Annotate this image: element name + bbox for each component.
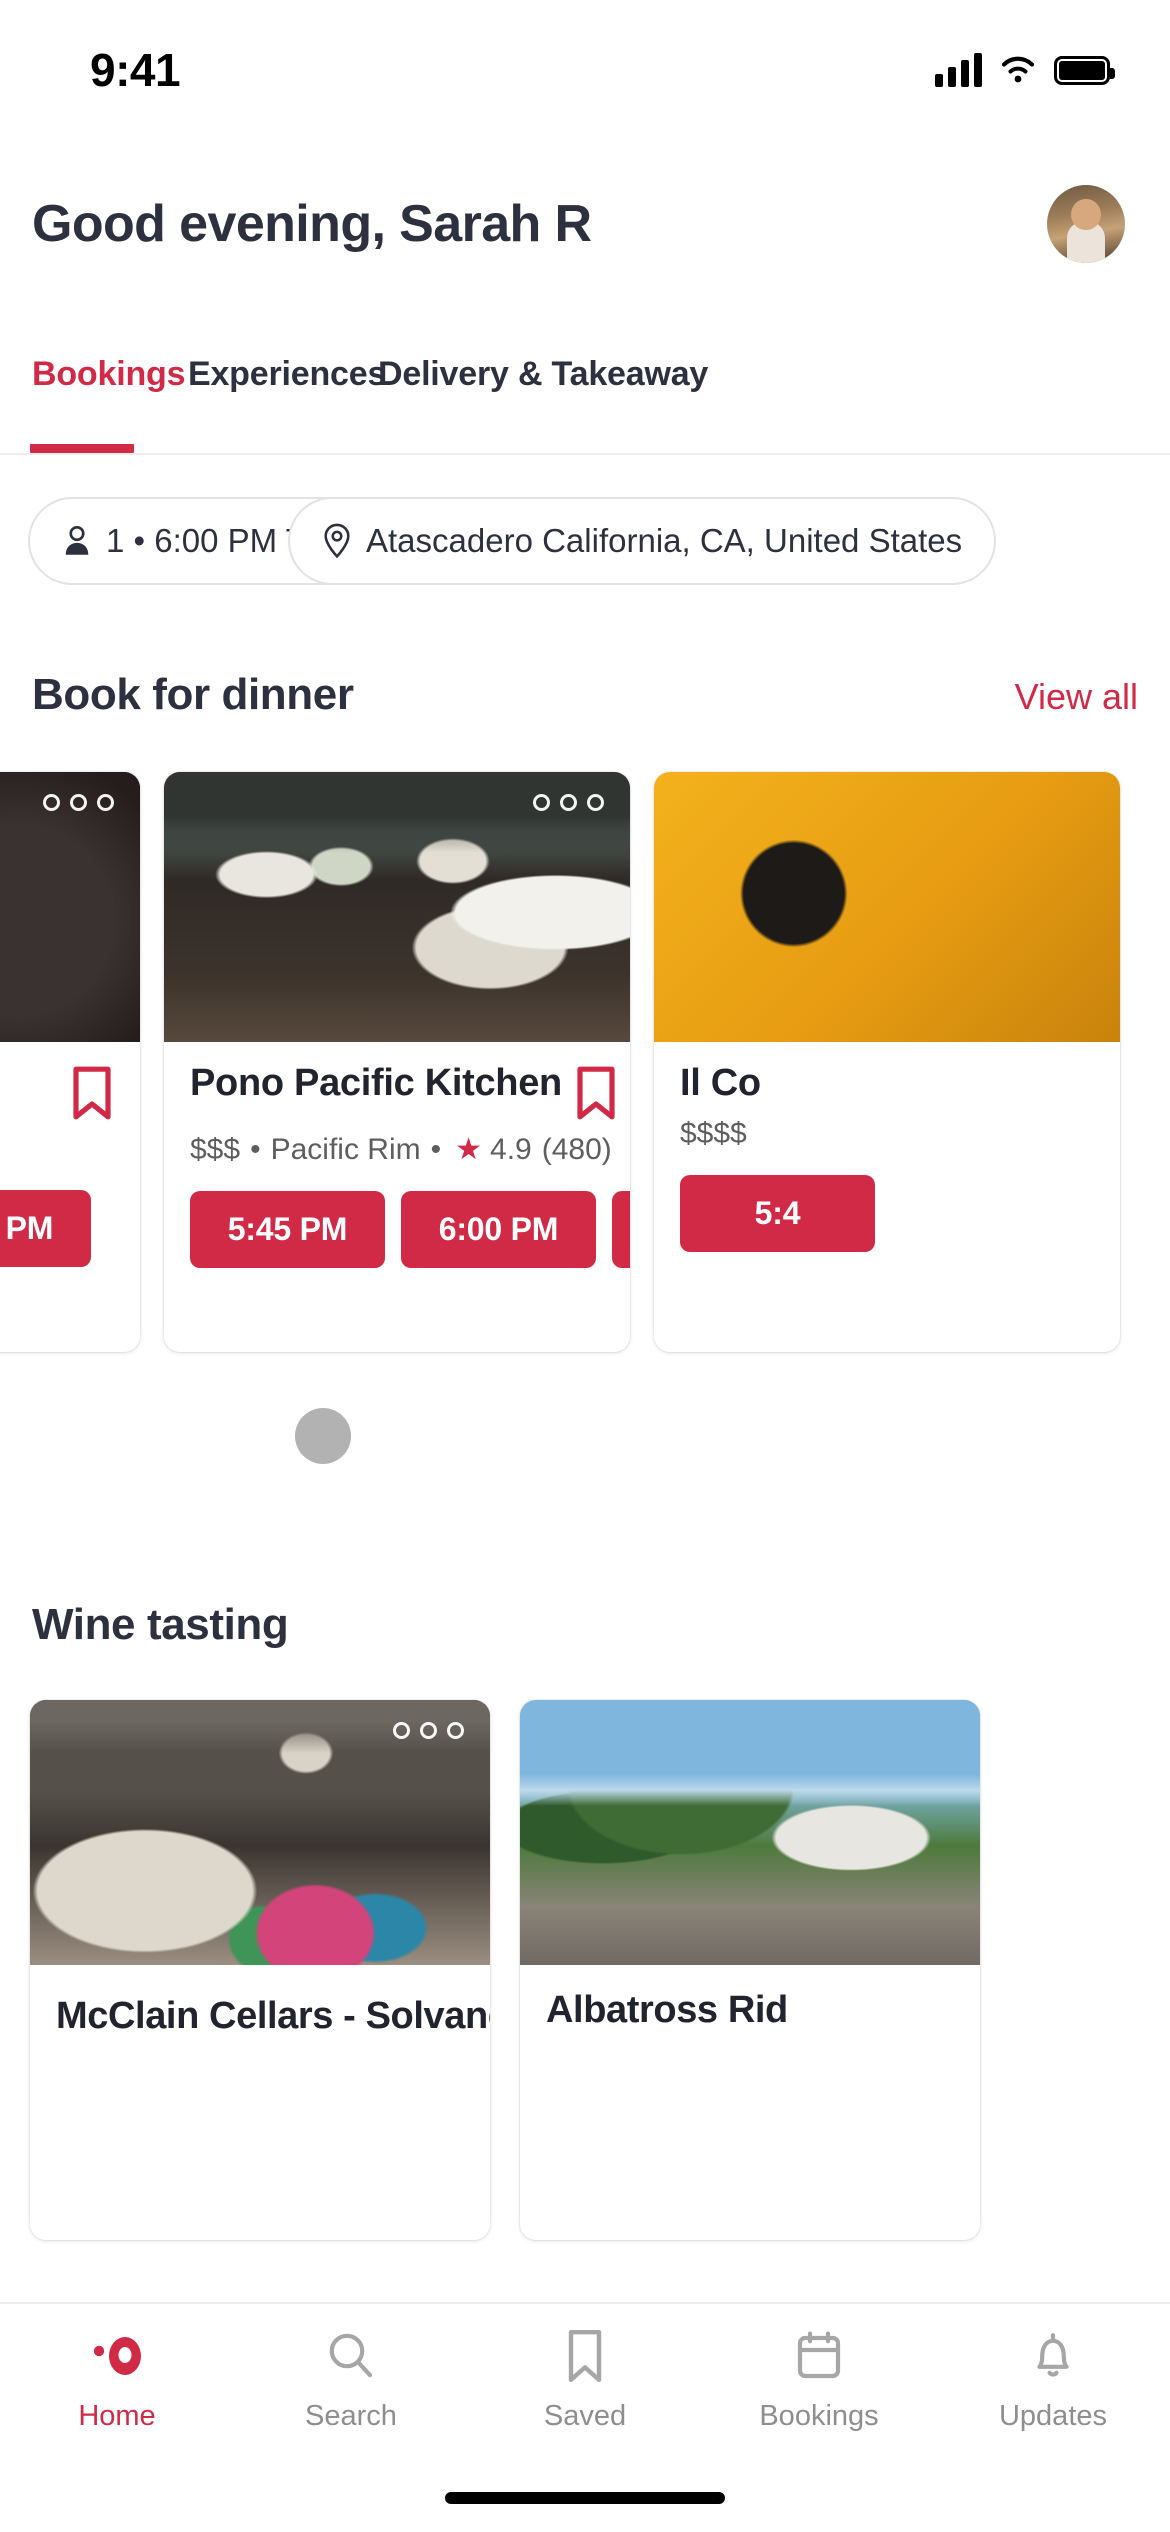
wine-tasting-carousel[interactable]: McClain Cellars - Solvang Albatross Rid [0, 1700, 1170, 2300]
card-body: Albatross Rid [520, 1965, 980, 2032]
restaurant-card[interactable]: 9) 6:15 PM [0, 772, 140, 1352]
time-slot-button[interactable]: 5:4 [680, 1175, 875, 1252]
restaurant-photo [0, 772, 140, 1042]
tab-delivery-takeaway[interactable]: Delivery & Takeaway [378, 355, 708, 394]
card-body: Pono Pacific Kitchen $$$ • Pacific Rim •… [164, 1042, 630, 1167]
wifi-icon [1001, 56, 1035, 83]
cellular-signal-icon [935, 53, 982, 87]
nav-item-search[interactable]: Search [234, 2328, 468, 2433]
nav-item-updates[interactable]: Updates [936, 2328, 1170, 2433]
active-tab-underline [30, 444, 134, 453]
header: Good evening, Sarah R [0, 185, 1170, 263]
nav-item-home[interactable]: Home [0, 2328, 234, 2433]
avatar[interactable] [1047, 185, 1125, 263]
time-slot-button[interactable]: 6:00 PM [401, 1191, 596, 1268]
experience-photo [520, 1700, 980, 1965]
experience-card[interactable]: McClain Cellars - Solvang [30, 1700, 490, 2240]
image-pager-dots [533, 794, 604, 811]
tab-bookings[interactable]: Bookings [32, 355, 185, 394]
tab-bar: Bookings Experiences Delivery & Takeaway [0, 355, 1170, 455]
restaurant-name: Il Co [680, 1062, 761, 1104]
restaurant-card[interactable]: Il Co $$$$ 5:4 [654, 772, 1120, 1352]
app-screen: 9:41 Good evening, Sarah R Bookings Expe… [0, 0, 1170, 2532]
star-icon: ★ [455, 1133, 483, 1166]
home-opentable-icon [89, 2328, 145, 2384]
nav-label: Bookings [759, 2400, 879, 2432]
image-pager-dots [393, 1722, 464, 1739]
mouse-cursor [295, 1408, 351, 1464]
wine-tasting-header: Wine tasting [0, 1600, 1170, 1650]
nav-label: Updates [998, 2400, 1107, 2432]
status-bar: 9:41 [0, 0, 1170, 110]
image-pager-dots [43, 794, 114, 811]
restaurant-photo [654, 772, 1120, 1042]
bookmark-icon [563, 2328, 607, 2384]
experience-card[interactable]: Albatross Rid [520, 1700, 980, 2240]
price-range: $$$ [190, 1132, 241, 1166]
view-all-link[interactable]: View all [1015, 676, 1138, 718]
review-count: (480) [541, 1132, 612, 1166]
experience-name: McClain Cellars - Solvang [56, 1994, 490, 2037]
experience-name: Albatross Rid [546, 1989, 788, 2031]
time-slot-row: 5:45 PM 6:00 PM 6:15 PM [164, 1191, 630, 1294]
book-for-dinner-header: Book for dinner View all [0, 670, 1170, 720]
section-title: Wine tasting [32, 1600, 289, 1649]
status-indicators [935, 53, 1115, 87]
card-image [30, 1700, 490, 1965]
nav-label: Home [78, 2400, 156, 2432]
nav-label: Saved [543, 2400, 627, 2432]
status-time: 9:41 [90, 44, 181, 96]
home-indicator [445, 2492, 725, 2504]
card-image [520, 1700, 980, 1965]
restaurant-meta: 9) [0, 1132, 114, 1166]
bookmark-icon[interactable] [574, 1066, 618, 1120]
cuisine-type: Pacific Rim [270, 1132, 421, 1166]
card-image [0, 772, 140, 1042]
location-label: Atascadero California, CA, United States [366, 522, 963, 559]
filter-chips: 1 • 6:00 PM Thu Atascadero California, C… [0, 483, 1170, 613]
calendar-icon [794, 2328, 844, 2384]
meta-separator: • [250, 1132, 261, 1166]
restaurant-photo [164, 772, 630, 1042]
nav-label: Search [305, 2400, 397, 2432]
restaurant-name: Pono Pacific Kitchen [190, 1062, 562, 1104]
section-title: Book for dinner [32, 670, 354, 719]
search-icon [325, 2328, 377, 2384]
restaurant-meta: $$$ • Pacific Rim • ★ 4.9 (480) [190, 1132, 612, 1167]
time-slot-button[interactable]: 6:15 PM [0, 1190, 91, 1267]
time-slot-button[interactable]: 6:15 PM [612, 1191, 630, 1268]
price-range: $$$$ [680, 1117, 747, 1150]
card-body: 9) [0, 1042, 140, 1166]
page-title: Good evening, Sarah R [32, 195, 592, 253]
rating-value: 4.9 [490, 1132, 532, 1166]
battery-icon [1054, 55, 1115, 85]
card-body: McClain Cellars - Solvang [30, 1965, 490, 2043]
location-chip[interactable]: Atascadero California, CA, United States [288, 497, 997, 585]
restaurant-meta: $$$$ [680, 1117, 1094, 1151]
person-icon [65, 525, 89, 555]
dinner-carousel[interactable]: 9) 6:15 PM Pono Pacific Kitchen [0, 772, 1170, 1352]
restaurant-card[interactable]: Pono Pacific Kitchen $$$ • Pacific Rim •… [164, 772, 630, 1352]
nav-item-saved[interactable]: Saved [468, 2328, 702, 2433]
bell-icon [1029, 2328, 1077, 2384]
nav-item-bookings[interactable]: Bookings [702, 2328, 936, 2433]
card-body: Il Co $$$$ [654, 1042, 1120, 1151]
bookmark-icon[interactable] [70, 1066, 114, 1120]
tab-experiences[interactable]: Experiences [188, 355, 386, 394]
card-image [164, 772, 630, 1042]
experience-photo [30, 1700, 490, 1965]
time-slot-row: 6:15 PM [0, 1190, 140, 1293]
location-pin-icon [324, 523, 350, 559]
time-slot-button[interactable]: 5:45 PM [190, 1191, 385, 1268]
meta-separator: • [430, 1132, 442, 1166]
time-slot-row: 5:4 [654, 1175, 1120, 1278]
card-image [654, 772, 1120, 1042]
